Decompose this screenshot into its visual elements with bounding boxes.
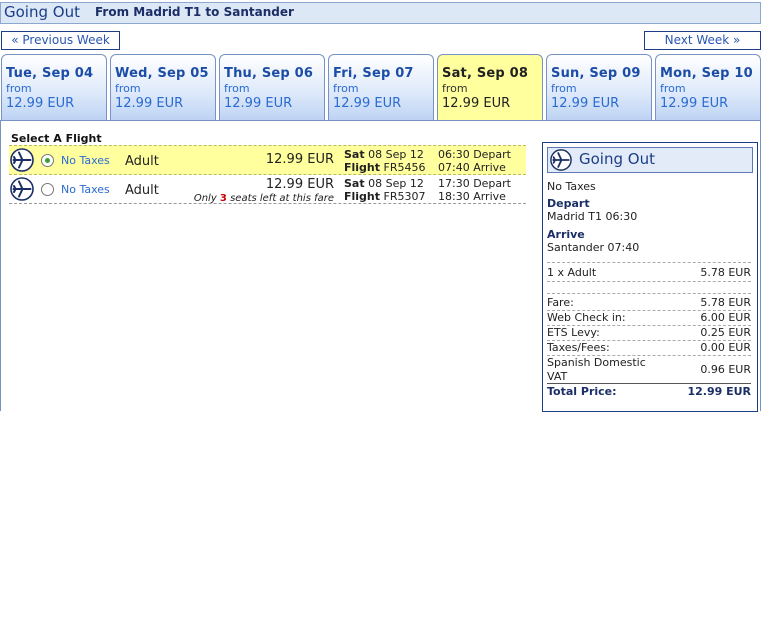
- day-tab-from: from: [224, 82, 250, 95]
- booking-summary-panel: Going Out No Taxes Depart Madrid T1 06:3…: [542, 142, 758, 412]
- depart-time: 06:30 Depart: [438, 148, 511, 161]
- depart-time: 17:30 Depart: [438, 177, 511, 190]
- day-tab-date: Thu, Sep 06: [224, 66, 314, 81]
- day-tab-price: 12.99 EUR: [224, 96, 293, 111]
- ets-levy-label: ETS Levy:: [547, 326, 600, 339]
- flight-date-value: 08 Sep 12: [368, 148, 424, 161]
- summary-arrive-label: Arrive: [547, 228, 585, 241]
- flight-row-selected[interactable]: No Taxes Adult 12.99 EUR Sat 08 Sep 12 F…: [9, 145, 526, 175]
- summary-depart-value: Madrid T1 06:30: [547, 210, 638, 223]
- flight-number: Flight FR5456: [344, 161, 426, 174]
- day-tab-price: 12.99 EUR: [333, 96, 402, 111]
- day-tab-price: 12.99 EUR: [6, 96, 75, 111]
- fare-radio[interactable]: [41, 183, 54, 196]
- day-tab-price: 12.99 EUR: [115, 96, 184, 111]
- airplane-icon: [10, 148, 34, 172]
- fare-price: 12.99 EUR: [265, 177, 334, 192]
- fare-radio-selected[interactable]: [41, 154, 54, 167]
- flight-day: Sat: [344, 177, 365, 190]
- divider: [547, 262, 751, 263]
- web-checkin-value: 6.00 EUR: [700, 311, 751, 324]
- summary-arrive-value: Santander 07:40: [547, 241, 640, 254]
- taxes-fees-value: 0.00 EUR: [700, 341, 751, 354]
- fare-value: 5.78 EUR: [700, 296, 751, 309]
- day-tab-from: from: [6, 82, 32, 95]
- flight-day: Sat: [344, 148, 365, 161]
- day-tab-from: from: [660, 82, 686, 95]
- summary-pax-value: 5.78 EUR: [700, 266, 751, 279]
- arrive-time: 07:40 Arrive: [438, 161, 506, 174]
- airplane-icon: [550, 149, 572, 171]
- day-tab-date: Mon, Sep 10: [660, 66, 753, 81]
- seats-left-notice: Only 3 seats left at this fare: [194, 193, 334, 204]
- previous-week-button[interactable]: « Previous Week: [1, 31, 120, 50]
- total-price-value: 12.99 EUR: [687, 385, 751, 398]
- day-tab-wed[interactable]: Wed, Sep 05 from 12.99 EUR: [110, 54, 216, 121]
- seats-count: 3: [219, 193, 227, 204]
- day-tab-sat-selected[interactable]: Sat, Sep 08 from 12.99 EUR: [437, 54, 543, 121]
- summary-depart-label: Depart: [547, 197, 590, 210]
- day-tab-tue[interactable]: Tue, Sep 04 from 12.99 EUR: [1, 54, 107, 121]
- day-tab-mon[interactable]: Mon, Sep 10 from 12.99 EUR: [655, 54, 761, 121]
- summary-header: Going Out: [547, 147, 753, 173]
- day-tab-date: Sat, Sep 08: [442, 66, 529, 81]
- day-tab-date: Wed, Sep 05: [115, 66, 209, 81]
- taxes-fees-label: Taxes/Fees:: [547, 341, 610, 354]
- total-price-label: Total Price:: [547, 385, 617, 398]
- day-tab-fri[interactable]: Fri, Sep 07 from 12.99 EUR: [328, 54, 434, 121]
- flight-date-value: 08 Sep 12: [368, 177, 424, 190]
- flight-label: Flight: [344, 161, 381, 174]
- vat-value: 0.96 EUR: [700, 363, 751, 376]
- summary-fare-type: No Taxes: [547, 180, 596, 193]
- vat-label-line1: Spanish Domestic: [547, 356, 646, 369]
- day-tab-from: from: [551, 82, 577, 95]
- route-text: From Madrid T1 to Santander: [95, 5, 294, 19]
- web-checkin-label: Web Check in:: [547, 311, 626, 324]
- summary-title: Going Out: [579, 150, 655, 168]
- select-flight-label: Select A Flight: [11, 132, 102, 145]
- seats-post: seats left at this fare: [230, 193, 334, 204]
- total-divider: [547, 383, 751, 384]
- flight-date: Sat 08 Sep 12: [344, 177, 424, 190]
- next-week-button[interactable]: Next Week »: [644, 31, 761, 50]
- flight-label: Flight: [344, 190, 381, 203]
- day-tab-from: from: [115, 82, 141, 95]
- airplane-icon: [10, 177, 34, 201]
- day-tab-price: 12.99 EUR: [551, 96, 620, 111]
- passenger-type: Adult: [125, 154, 159, 169]
- day-tab-from: from: [442, 82, 468, 95]
- page-title: Going Out: [4, 3, 80, 21]
- day-tab-thu[interactable]: Thu, Sep 06 from 12.99 EUR: [219, 54, 325, 121]
- flight-row[interactable]: No Taxes Adult 12.99 EUR Only 3 seats le…: [9, 175, 526, 204]
- passenger-type: Adult: [125, 183, 159, 198]
- fare-price: 12.99 EUR: [265, 152, 334, 167]
- day-tab-date: Sun, Sep 09: [551, 66, 641, 81]
- divider: [547, 281, 751, 282]
- fare-type: No Taxes: [61, 154, 110, 167]
- day-tab-price: 12.99 EUR: [660, 96, 729, 111]
- day-tab-date: Fri, Sep 07: [333, 66, 414, 81]
- day-tab-sun[interactable]: Sun, Sep 09 from 12.99 EUR: [546, 54, 652, 121]
- flight-number: Flight FR5307: [344, 190, 426, 203]
- seats-pre: Only: [193, 193, 217, 204]
- day-tab-from: from: [333, 82, 359, 95]
- vat-label-line2: VAT: [547, 370, 568, 383]
- arrive-time: 18:30 Arrive: [438, 190, 506, 203]
- fare-type: No Taxes: [61, 183, 110, 196]
- day-tab-price: 12.99 EUR: [442, 96, 511, 111]
- fare-label: Fare:: [547, 296, 574, 309]
- flight-date: Sat 08 Sep 12: [344, 148, 424, 161]
- ets-levy-value: 0.25 EUR: [700, 326, 751, 339]
- divider: [547, 293, 751, 294]
- day-tab-date: Tue, Sep 04: [6, 66, 94, 81]
- flight-number-value: FR5307: [383, 190, 426, 203]
- flight-number-value: FR5456: [383, 161, 426, 174]
- summary-pax-label: 1 x Adult: [547, 266, 597, 279]
